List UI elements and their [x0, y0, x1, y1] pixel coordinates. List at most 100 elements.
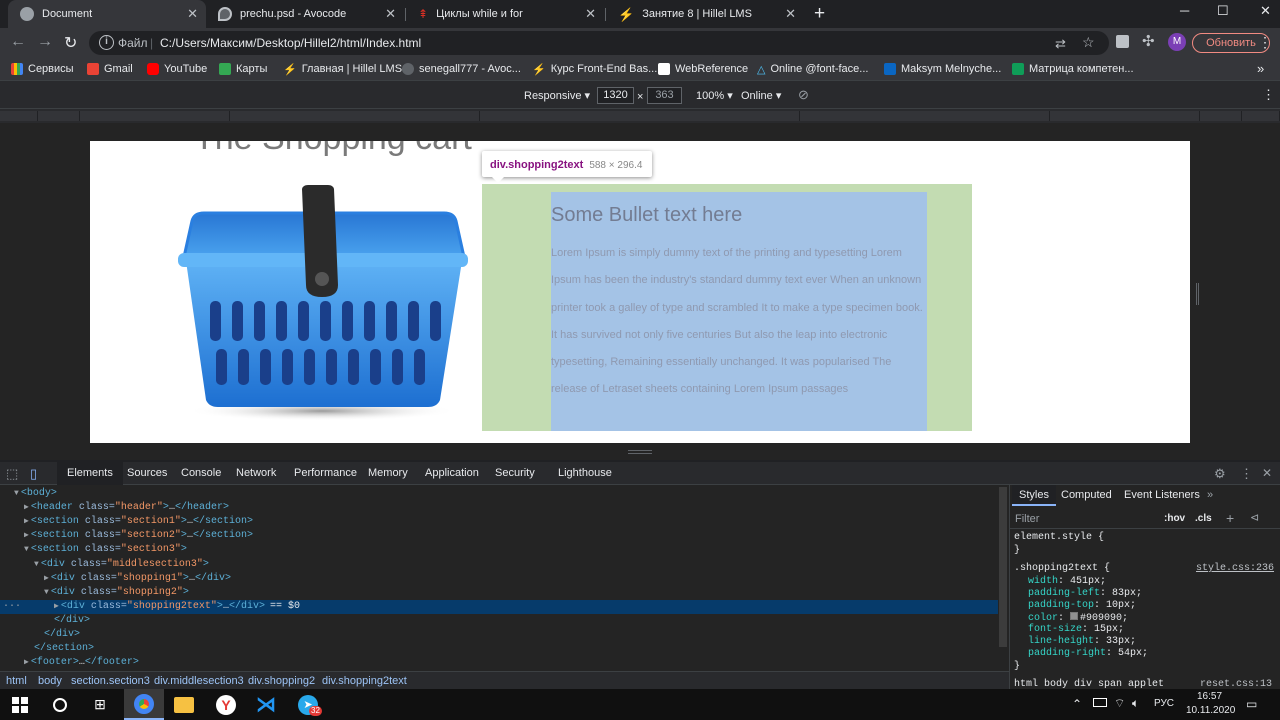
dom-node[interactable]: </div>: [0, 628, 998, 642]
node-actions-icon[interactable]: ···: [3, 600, 21, 614]
css-property-name[interactable]: color: [1028, 613, 1058, 624]
sidebar-toggle-icon[interactable]: ⊲: [1250, 511, 1259, 524]
css-property-value[interactable]: 10px;: [1106, 600, 1136, 611]
clock-time[interactable]: 16:57: [1197, 691, 1222, 702]
rotate-icon[interactable]: ⊘: [798, 87, 809, 103]
bookmark-matrix[interactable]: Матрица компетен...: [1012, 63, 1134, 75]
dom-node[interactable]: ▼ <section class="section3">: [0, 543, 998, 557]
css-property-name[interactable]: padding-right: [1028, 648, 1106, 659]
tab-computed[interactable]: Computed: [1054, 485, 1119, 506]
close-icon[interactable]: ✕: [385, 6, 396, 22]
css-declaration[interactable]: line-height: 33px;: [1028, 636, 1136, 648]
dom-class-value[interactable]: shopping2text: [133, 601, 211, 612]
page-viewport[interactable]: The Shopping cart: [90, 141, 1190, 443]
zoom-select[interactable]: 100% ▾: [696, 89, 733, 102]
back-icon[interactable]: ←: [10, 33, 26, 51]
dom-node[interactable]: ▼ <div class="shopping2">: [0, 586, 998, 600]
dom-node[interactable]: ▶ <header class="header">…</header>: [0, 501, 998, 515]
tab-console[interactable]: Console: [171, 462, 231, 485]
dom-node[interactable]: ▶ <section class="section2">…</section>: [0, 529, 998, 543]
device-mode-select[interactable]: Responsive ▾: [524, 89, 590, 102]
collapse-triangle-icon[interactable]: ▼: [24, 545, 29, 554]
taskbar-vscode[interactable]: ⋊: [246, 689, 286, 720]
dom-node[interactable]: ▶ <footer>…</footer>: [0, 656, 998, 670]
css-declaration[interactable]: width: 451px;: [1028, 576, 1106, 588]
bookmark-webreference[interactable]: WebReference: [658, 63, 748, 75]
battery-icon[interactable]: [1093, 698, 1107, 707]
expand-triangle-icon[interactable]: ▶: [24, 503, 29, 512]
bookmark-youtube[interactable]: YouTube: [147, 63, 207, 75]
css-declaration[interactable]: padding-right: 54px;: [1028, 648, 1148, 660]
volume-icon[interactable]: 🔈︎: [1132, 696, 1139, 711]
bookmark-frontend-course[interactable]: ⚡ Курс Front-End Bas...: [532, 63, 657, 76]
tab-sources[interactable]: Sources: [117, 462, 177, 485]
dom-class-value[interactable]: middlesection3: [113, 559, 197, 570]
close-icon[interactable]: ✕: [785, 6, 796, 22]
network-icon[interactable]: ⌔: [1114, 696, 1125, 711]
settings-gear-icon[interactable]: ⚙: [1210, 462, 1230, 485]
css-property-value[interactable]: #909090;: [1080, 613, 1128, 624]
viewport-side-handle[interactable]: [1196, 283, 1199, 305]
dom-class-value[interactable]: header: [121, 502, 157, 513]
bookmark-font-face[interactable]: △ Online @font-face...: [757, 63, 868, 76]
expand-triangle-icon[interactable]: ▶: [44, 574, 49, 583]
taskbar-yandex[interactable]: Y: [206, 689, 246, 720]
crumb-section3[interactable]: section.section3: [71, 675, 150, 687]
window-close-icon[interactable]: ✕: [1260, 3, 1271, 19]
start-button[interactable]: [0, 689, 40, 720]
expand-triangle-icon[interactable]: ▶: [54, 602, 59, 611]
css-property-name[interactable]: width: [1028, 576, 1058, 587]
restore-icon[interactable]: ☐: [1217, 3, 1229, 19]
tab-styles[interactable]: Styles: [1012, 485, 1056, 506]
dom-node[interactable]: ▶ <div class="shopping1">…</div>: [0, 572, 998, 586]
reload-icon[interactable]: ↻: [64, 33, 77, 53]
input-language[interactable]: РУС: [1154, 698, 1174, 709]
extension-icon[interactable]: [1116, 35, 1129, 48]
menu-icon[interactable]: ⋮: [1258, 34, 1272, 51]
dom-node[interactable]: ▼ <div class="middlesection3">: [0, 558, 998, 572]
css-property-name[interactable]: font-size: [1028, 624, 1082, 635]
tab-loops[interactable]: ⇞ Циклы while и for ✕: [406, 0, 604, 28]
new-rule-icon[interactable]: +: [1226, 510, 1234, 526]
tab-document[interactable]: Document ✕: [8, 0, 206, 28]
network-throttle-select[interactable]: Online ▾: [741, 89, 781, 102]
shopping2text-rule-selector[interactable]: .shopping2text {: [1014, 563, 1110, 575]
minimize-icon[interactable]: ─: [1180, 3, 1189, 18]
task-view-button[interactable]: ⊞: [80, 689, 120, 720]
css-property-value[interactable]: 83px;: [1112, 588, 1142, 599]
css-declaration[interactable]: font-size: 15px;: [1028, 624, 1124, 636]
css-property-name[interactable]: padding-top: [1028, 600, 1094, 611]
bookmark-services[interactable]: Сервисы: [11, 63, 74, 75]
device-toggle-icon[interactable]: ▯: [26, 462, 41, 485]
color-swatch-icon[interactable]: [1070, 612, 1079, 620]
tab-performance[interactable]: Performance: [284, 462, 367, 485]
tab-security[interactable]: Security: [485, 462, 545, 485]
css-declaration[interactable]: padding-top: 10px;: [1028, 600, 1136, 612]
bookmark-gmail[interactable]: Gmail: [87, 63, 133, 75]
crumb-body[interactable]: body: [38, 675, 62, 687]
bookmark-avocode[interactable]: senegall777 - Avoc...: [402, 63, 521, 75]
bookmark-linkedin[interactable]: Maksym Melnyche...: [884, 63, 1001, 75]
css-property-name[interactable]: line-height: [1028, 636, 1094, 647]
info-icon[interactable]: i: [99, 35, 114, 50]
collapse-triangle-icon[interactable]: ▼: [44, 588, 49, 597]
dom-class-value[interactable]: section3: [127, 544, 175, 555]
crumb-shopping2text[interactable]: div.shopping2text: [322, 675, 407, 687]
css-property-value[interactable]: 33px;: [1106, 636, 1136, 647]
css-declaration[interactable]: padding-left: 83px;: [1028, 588, 1142, 600]
star-icon[interactable]: ☆: [1082, 34, 1095, 51]
inspect-element-icon[interactable]: ⬚: [2, 462, 22, 485]
dom-class-value[interactable]: section1: [127, 516, 175, 527]
bookmark-maps[interactable]: Карты: [219, 63, 267, 75]
more-tabs-icon[interactable]: »: [1200, 485, 1220, 506]
avatar[interactable]: M: [1168, 33, 1186, 51]
forward-icon[interactable]: →: [37, 33, 53, 51]
dom-node-selected[interactable]: ··· ▶ <div class="shopping2text">…</div> ==…: [0, 599, 998, 614]
styles-filter-input[interactable]: Filter: [1015, 513, 1039, 525]
elements-scrollbar[interactable]: [999, 487, 1007, 647]
rule-source-link[interactable]: style.css:236: [1196, 563, 1274, 575]
puzzle-icon[interactable]: ✣: [1142, 32, 1155, 50]
viewport-resize-handle[interactable]: [628, 450, 652, 454]
clock-date[interactable]: 10.11.2020: [1186, 705, 1235, 716]
device-menu-icon[interactable]: ⋮: [1262, 87, 1275, 103]
